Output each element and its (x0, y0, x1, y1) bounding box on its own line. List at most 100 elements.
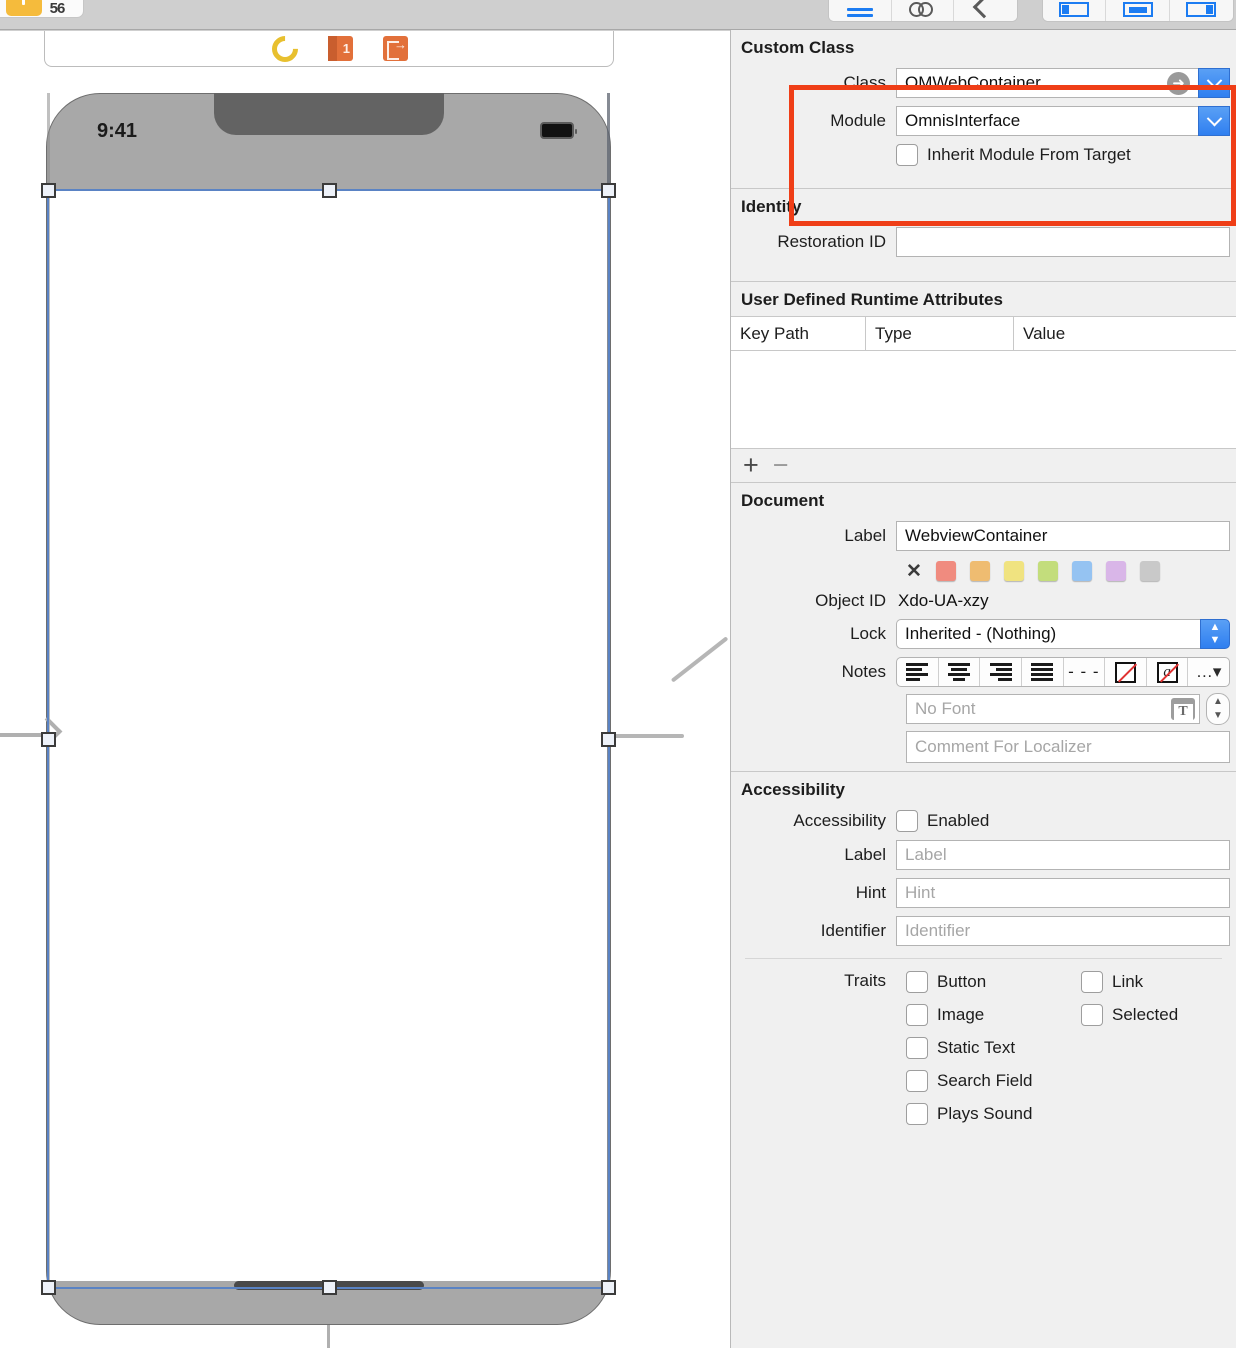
view-controller-icon[interactable] (266, 30, 304, 67)
align-left-button[interactable] (897, 658, 939, 686)
first-responder-icon[interactable]: 1 (328, 36, 353, 61)
traits-first-row: Traits (731, 971, 906, 991)
align-right-button[interactable] (980, 658, 1022, 686)
trait-button-row[interactable]: Button (906, 971, 1081, 993)
class-input[interactable]: OMWebContainer ➜ (896, 68, 1198, 98)
trait-static-text-row[interactable]: Static Text (906, 1037, 1081, 1059)
align-center-button[interactable] (939, 658, 981, 686)
resize-handle-top-right[interactable] (601, 183, 616, 198)
module-combo[interactable]: OmnisInterface (896, 106, 1230, 136)
resize-handle-middle-left[interactable] (41, 732, 56, 747)
inherit-module-checkbox-row[interactable]: Inherit Module From Target (896, 144, 1131, 166)
trait-image-row[interactable]: Image (906, 1004, 1081, 1026)
resize-handle-bottom-left[interactable] (41, 1280, 56, 1295)
module-row: Module OmnisInterface (731, 102, 1236, 140)
accessibility-section-title: Accessibility (741, 780, 845, 799)
status-bar-time: 9:41 (97, 120, 138, 142)
toggle-inspector-button[interactable] (1169, 0, 1233, 21)
venn-icon-button[interactable] (891, 0, 955, 21)
trait-static-text-checkbox[interactable] (906, 1037, 928, 1059)
more-options-button[interactable]: …▾ (1188, 658, 1229, 686)
class-combo[interactable]: OMWebContainer ➜ (896, 68, 1230, 98)
resize-handle-top-center[interactable] (321, 183, 337, 198)
chevron-down-icon: ▼ (1209, 634, 1221, 646)
accessibility-enabled-checkbox[interactable] (896, 810, 918, 832)
module-input[interactable]: OmnisInterface (896, 106, 1198, 136)
module-dropdown-button[interactable] (1198, 106, 1230, 136)
warning-badge[interactable]: 56 (0, 0, 84, 18)
color-swatch-red[interactable] (935, 561, 956, 581)
column-header-type[interactable]: Type (866, 317, 1014, 350)
color-swatch-yellow[interactable] (1003, 561, 1024, 581)
storyboard-canvas[interactable]: 1 9:41 (0, 30, 730, 1348)
toggle-navigator-button[interactable] (1043, 0, 1107, 21)
resize-handle-top-left[interactable] (41, 183, 56, 198)
font-picker-icon[interactable]: T (1171, 698, 1195, 720)
toggle-debug-button[interactable] (1106, 0, 1170, 21)
accessibility-identifier-input[interactable]: Identifier (896, 916, 1230, 946)
restoration-id-input[interactable] (896, 227, 1230, 257)
selected-view-outline[interactable] (41, 183, 616, 1295)
font-input[interactable]: No Font T (906, 694, 1200, 724)
document-section-title: Document (741, 491, 825, 510)
lock-stepper[interactable]: ▲ ▼ (1200, 619, 1230, 649)
comment-for-localizer-input[interactable]: Comment For Localizer (906, 731, 1230, 763)
add-attribute-button[interactable]: + (743, 452, 759, 479)
color-swatch-orange[interactable] (969, 561, 990, 581)
trait-link-checkbox[interactable] (1081, 971, 1103, 993)
runtime-attributes-table[interactable]: Key Path Type Value (731, 316, 1236, 449)
object-id-label: Object ID (815, 591, 886, 610)
dashes-button[interactable]: - - - (1064, 658, 1106, 686)
no-color-icon (1114, 661, 1136, 683)
resize-handle-bottom-center[interactable] (321, 1280, 337, 1295)
traits-section: Traits Button Image Static Text Search F… (731, 971, 1236, 1125)
no-color-button[interactable] (1105, 658, 1147, 686)
color-swatch-gray[interactable] (1139, 561, 1160, 581)
inherit-module-row: Inherit Module From Target (731, 140, 1236, 170)
trait-plays-sound-checkbox[interactable] (906, 1103, 928, 1125)
trait-link-row[interactable]: Link (1081, 971, 1178, 993)
traits-label: Traits (844, 971, 886, 990)
trait-selected-checkbox[interactable] (1081, 1004, 1103, 1026)
undo-arrow-button[interactable] (954, 0, 1017, 21)
lines-icon-button[interactable] (829, 0, 892, 21)
inherit-module-label: Inherit Module From Target (927, 145, 1131, 164)
first-responder-badge: 1 (342, 41, 350, 56)
trait-image-checkbox[interactable] (906, 1004, 928, 1026)
column-header-value[interactable]: Value (1014, 317, 1236, 350)
remove-attribute-button[interactable]: − (773, 452, 789, 479)
accessibility-label-input[interactable]: Label (896, 840, 1230, 870)
inherit-module-checkbox[interactable] (896, 144, 918, 166)
resize-handle-bottom-right[interactable] (601, 1280, 616, 1295)
color-swatch-purple[interactable] (1105, 561, 1126, 581)
column-header-key-path[interactable]: Key Path (731, 317, 866, 350)
font-size-stepper[interactable]: ▲ ▼ (1206, 693, 1230, 725)
align-justify-icon (1031, 663, 1054, 681)
accessibility-label-label: Label (844, 845, 886, 864)
trait-selected-row[interactable]: Selected (1081, 1004, 1178, 1026)
align-justify-button[interactable] (1022, 658, 1064, 686)
accessibility-enabled-checkbox-row[interactable]: Enabled (896, 810, 989, 832)
exit-icon[interactable] (383, 36, 408, 61)
document-label-input[interactable]: WebviewContainer (896, 521, 1230, 551)
color-swatch-green[interactable] (1037, 561, 1058, 581)
trait-plays-sound-row[interactable]: Plays Sound (906, 1103, 1081, 1125)
align-right-icon (989, 663, 1012, 681)
class-value: OMWebContainer (905, 73, 1041, 92)
clear-color-button[interactable]: ✕ (906, 562, 922, 581)
trait-search-field-row[interactable]: Search Field (906, 1070, 1081, 1092)
trait-search-field-checkbox[interactable] (906, 1070, 928, 1092)
resize-handle-middle-right[interactable] (601, 732, 616, 747)
align-left-icon (906, 663, 929, 681)
notes-row: Notes - - - a …▾ (731, 653, 1236, 691)
runtime-attributes-section-title: User Defined Runtime Attributes (741, 290, 1003, 309)
lock-value[interactable]: Inherited - (Nothing) (896, 619, 1200, 649)
trait-button-checkbox[interactable] (906, 971, 928, 993)
lock-combo[interactable]: Inherited - (Nothing) ▲ ▼ (896, 619, 1230, 649)
class-dropdown-button[interactable] (1198, 68, 1230, 98)
jump-to-definition-icon[interactable]: ➜ (1167, 71, 1190, 95)
color-swatch-blue[interactable] (1071, 561, 1092, 581)
runtime-attributes-body[interactable] (731, 351, 1236, 449)
no-font-color-button[interactable]: a (1147, 658, 1189, 686)
accessibility-hint-input[interactable]: Hint (896, 878, 1230, 908)
